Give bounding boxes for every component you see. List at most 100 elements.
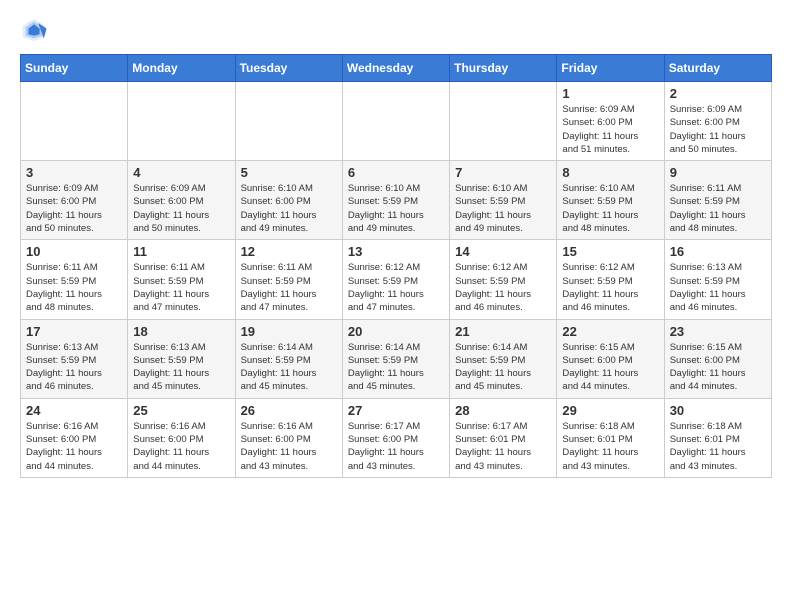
- day-number: 1: [562, 86, 658, 101]
- day-number: 5: [241, 165, 337, 180]
- day-info: Sunrise: 6:12 AM Sunset: 5:59 PM Dayligh…: [562, 261, 658, 314]
- day-number: 3: [26, 165, 122, 180]
- day-cell: [450, 82, 557, 161]
- day-cell: 24 Sunrise: 6:16 AM Sunset: 6:00 PM Dayli…: [21, 398, 128, 477]
- day-cell: 3 Sunrise: 6:09 AM Sunset: 6:00 PM Daylig…: [21, 161, 128, 240]
- day-cell: 12Sunrise: 6:11 AM Sunset: 5:59 PM Dayli…: [235, 240, 342, 319]
- day-cell: 11 Sunrise: 6:11 AM Sunset: 5:59 PM Dayli…: [128, 240, 235, 319]
- day-cell: 16 Sunrise: 6:13 AM Sunset: 5:59 PM Dayli…: [664, 240, 771, 319]
- day-info: Sunrise: 6:12 AM Sunset: 5:59 PM Dayligh…: [455, 261, 551, 314]
- day-info: Sunrise: 6:12 AM Sunset: 5:59 PM Dayligh…: [348, 261, 444, 314]
- calendar-table: SundayMondayTuesdayWednesdayThursdayFrid…: [20, 54, 772, 478]
- day-info: Sunrise: 6:09 AM Sunset: 6:00 PM Dayligh…: [670, 103, 766, 156]
- day-cell: 8Sunrise: 6:10 AM Sunset: 5:59 PM Daylig…: [557, 161, 664, 240]
- day-info: Sunrise: 6:14 AM Sunset: 5:59 PM Dayligh…: [241, 341, 337, 394]
- day-number: 21: [455, 324, 551, 339]
- day-cell: 13 Sunrise: 6:12 AM Sunset: 5:59 PM Dayli…: [342, 240, 449, 319]
- day-info: Sunrise: 6:11 AM Sunset: 5:59 PM Dayligh…: [133, 261, 229, 314]
- day-number: 10: [26, 244, 122, 259]
- day-info: Sunrise: 6:11 AM Sunset: 5:59 PM Dayligh…: [670, 182, 766, 235]
- day-cell: 27Sunrise: 6:17 AM Sunset: 6:00 PM Dayli…: [342, 398, 449, 477]
- day-cell: 5 Sunrise: 6:10 AM Sunset: 6:00 PM Daylig…: [235, 161, 342, 240]
- day-info: Sunrise: 6:16 AM Sunset: 6:00 PM Dayligh…: [133, 420, 229, 473]
- day-info: Sunrise: 6:11 AM Sunset: 5:59 PM Dayligh…: [26, 261, 122, 314]
- day-info: Sunrise: 6:18 AM Sunset: 6:01 PM Dayligh…: [670, 420, 766, 473]
- week-row-3: 17 Sunrise: 6:13 AM Sunset: 5:59 PM Dayli…: [21, 319, 772, 398]
- day-number: 26: [241, 403, 337, 418]
- week-row-0: 1 Sunrise: 6:09 AM Sunset: 6:00 PM Daylig…: [21, 82, 772, 161]
- day-number: 12: [241, 244, 337, 259]
- day-number: 18: [133, 324, 229, 339]
- day-cell: 22 Sunrise: 6:15 AM Sunset: 6:00 PM Dayli…: [557, 319, 664, 398]
- day-number: 2: [670, 86, 766, 101]
- day-cell: 25 Sunrise: 6:16 AM Sunset: 6:00 PM Dayli…: [128, 398, 235, 477]
- day-info: Sunrise: 6:16 AM Sunset: 6:00 PM Dayligh…: [241, 420, 337, 473]
- day-number: 6: [348, 165, 444, 180]
- weekday-friday: Friday: [557, 55, 664, 82]
- day-number: 4: [133, 165, 229, 180]
- weekday-header-row: SundayMondayTuesdayWednesdayThursdayFrid…: [21, 55, 772, 82]
- day-cell: 14 Sunrise: 6:12 AM Sunset: 5:59 PM Dayli…: [450, 240, 557, 319]
- day-number: 13: [348, 244, 444, 259]
- weekday-monday: Monday: [128, 55, 235, 82]
- header: [20, 16, 772, 44]
- day-info: Sunrise: 6:14 AM Sunset: 5:59 PM Dayligh…: [348, 341, 444, 394]
- day-info: Sunrise: 6:13 AM Sunset: 5:59 PM Dayligh…: [133, 341, 229, 394]
- day-cell: 20Sunrise: 6:14 AM Sunset: 5:59 PM Dayli…: [342, 319, 449, 398]
- day-info: Sunrise: 6:15 AM Sunset: 6:00 PM Dayligh…: [670, 341, 766, 394]
- day-number: 24: [26, 403, 122, 418]
- day-number: 7: [455, 165, 551, 180]
- day-cell: [235, 82, 342, 161]
- day-info: Sunrise: 6:18 AM Sunset: 6:01 PM Dayligh…: [562, 420, 658, 473]
- day-info: Sunrise: 6:13 AM Sunset: 5:59 PM Dayligh…: [26, 341, 122, 394]
- weekday-saturday: Saturday: [664, 55, 771, 82]
- day-cell: 15 Sunrise: 6:12 AM Sunset: 5:59 PM Dayli…: [557, 240, 664, 319]
- day-cell: 4 Sunrise: 6:09 AM Sunset: 6:00 PM Daylig…: [128, 161, 235, 240]
- day-cell: [342, 82, 449, 161]
- day-number: 25: [133, 403, 229, 418]
- page: SundayMondayTuesdayWednesdayThursdayFrid…: [0, 0, 792, 498]
- day-info: Sunrise: 6:09 AM Sunset: 6:00 PM Dayligh…: [133, 182, 229, 235]
- day-number: 16: [670, 244, 766, 259]
- day-number: 17: [26, 324, 122, 339]
- day-info: Sunrise: 6:16 AM Sunset: 6:00 PM Dayligh…: [26, 420, 122, 473]
- day-number: 27: [348, 403, 444, 418]
- day-number: 23: [670, 324, 766, 339]
- weekday-sunday: Sunday: [21, 55, 128, 82]
- day-cell: 21 Sunrise: 6:14 AM Sunset: 5:59 PM Dayli…: [450, 319, 557, 398]
- day-info: Sunrise: 6:10 AM Sunset: 5:59 PM Dayligh…: [455, 182, 551, 235]
- day-number: 28: [455, 403, 551, 418]
- day-number: 8: [562, 165, 658, 180]
- day-cell: 30 Sunrise: 6:18 AM Sunset: 6:01 PM Dayli…: [664, 398, 771, 477]
- day-number: 11: [133, 244, 229, 259]
- day-info: Sunrise: 6:13 AM Sunset: 5:59 PM Dayligh…: [670, 261, 766, 314]
- weekday-tuesday: Tuesday: [235, 55, 342, 82]
- day-cell: 17 Sunrise: 6:13 AM Sunset: 5:59 PM Dayli…: [21, 319, 128, 398]
- day-cell: 9Sunrise: 6:11 AM Sunset: 5:59 PM Daylig…: [664, 161, 771, 240]
- day-cell: [21, 82, 128, 161]
- day-info: Sunrise: 6:17 AM Sunset: 6:01 PM Dayligh…: [455, 420, 551, 473]
- day-number: 14: [455, 244, 551, 259]
- day-cell: 6Sunrise: 6:10 AM Sunset: 5:59 PM Daylig…: [342, 161, 449, 240]
- day-cell: 1 Sunrise: 6:09 AM Sunset: 6:00 PM Daylig…: [557, 82, 664, 161]
- day-number: 15: [562, 244, 658, 259]
- day-cell: 29Sunrise: 6:18 AM Sunset: 6:01 PM Dayli…: [557, 398, 664, 477]
- logo-icon: [20, 16, 48, 44]
- day-info: Sunrise: 6:09 AM Sunset: 6:00 PM Dayligh…: [26, 182, 122, 235]
- day-info: Sunrise: 6:14 AM Sunset: 5:59 PM Dayligh…: [455, 341, 551, 394]
- day-cell: 26 Sunrise: 6:16 AM Sunset: 6:00 PM Dayli…: [235, 398, 342, 477]
- day-cell: 28 Sunrise: 6:17 AM Sunset: 6:01 PM Dayli…: [450, 398, 557, 477]
- weekday-thursday: Thursday: [450, 55, 557, 82]
- day-cell: 7 Sunrise: 6:10 AM Sunset: 5:59 PM Daylig…: [450, 161, 557, 240]
- week-row-4: 24 Sunrise: 6:16 AM Sunset: 6:00 PM Dayli…: [21, 398, 772, 477]
- day-cell: 23 Sunrise: 6:15 AM Sunset: 6:00 PM Dayli…: [664, 319, 771, 398]
- day-cell: [128, 82, 235, 161]
- day-cell: 18 Sunrise: 6:13 AM Sunset: 5:59 PM Dayli…: [128, 319, 235, 398]
- day-info: Sunrise: 6:09 AM Sunset: 6:00 PM Dayligh…: [562, 103, 658, 156]
- day-info: Sunrise: 6:15 AM Sunset: 6:00 PM Dayligh…: [562, 341, 658, 394]
- day-info: Sunrise: 6:10 AM Sunset: 6:00 PM Dayligh…: [241, 182, 337, 235]
- day-number: 19: [241, 324, 337, 339]
- week-row-2: 10 Sunrise: 6:11 AM Sunset: 5:59 PM Dayli…: [21, 240, 772, 319]
- day-number: 22: [562, 324, 658, 339]
- day-number: 30: [670, 403, 766, 418]
